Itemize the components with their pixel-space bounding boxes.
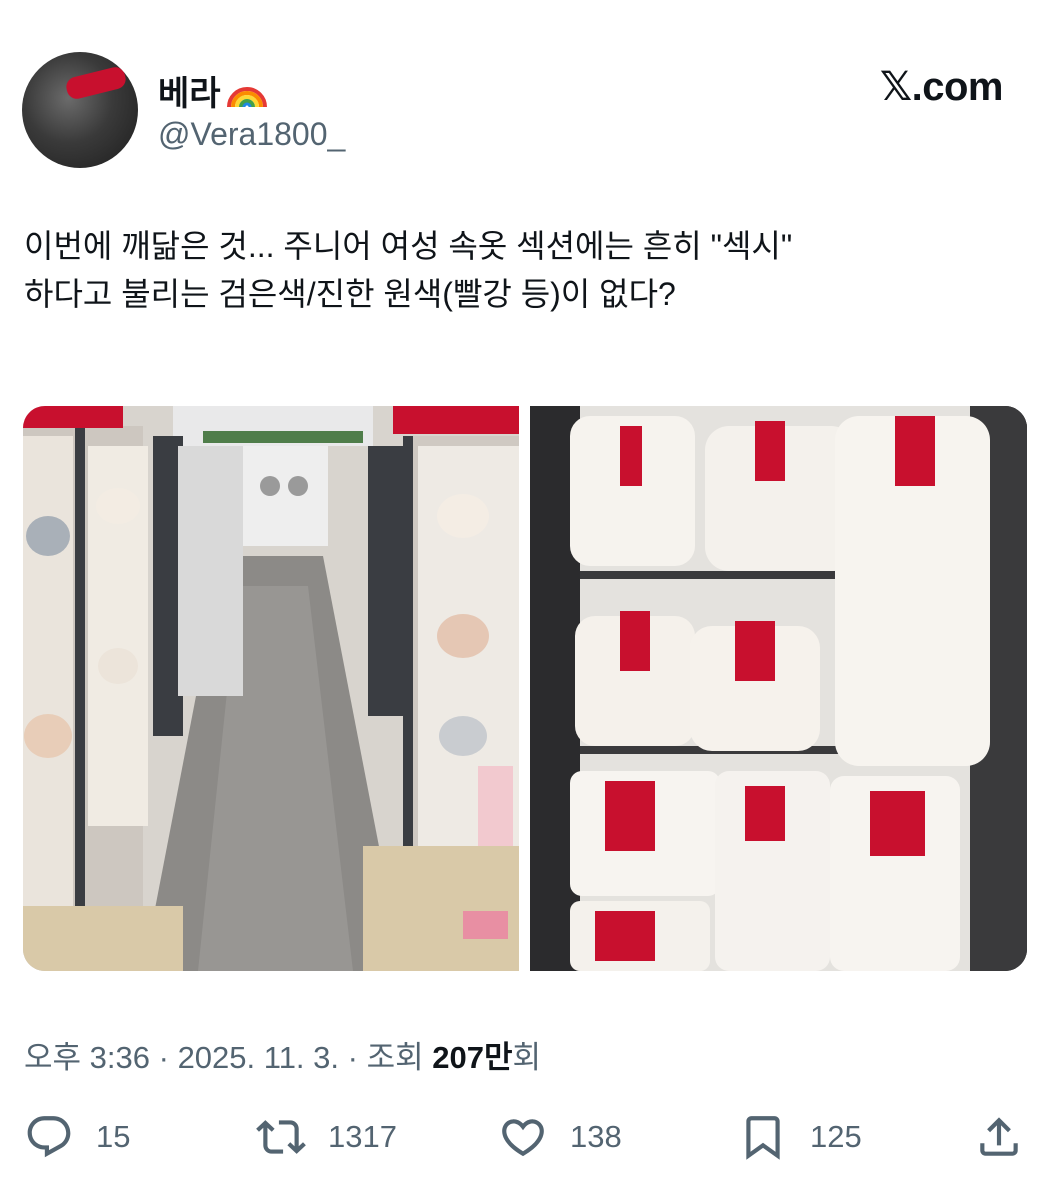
like-count: 138 xyxy=(570,1119,622,1154)
bookmark-button[interactable]: 125 xyxy=(738,1112,862,1162)
bookmark-count: 125 xyxy=(810,1119,862,1154)
photo-store-aisle[interactable] xyxy=(23,406,519,971)
reply-button[interactable]: 15 xyxy=(24,1112,130,1162)
views-suffix: 회 xyxy=(512,1040,542,1075)
retweet-icon xyxy=(256,1120,306,1154)
share-button[interactable] xyxy=(974,1112,1024,1162)
tweet-line-2: 하다고 불리는 검은색/진한 원색(빨강 등)이 없다? xyxy=(24,276,676,312)
tweet-meta: 오후 3:36 · 2025. 11. 3. · 조회 207만회 xyxy=(24,1032,541,1077)
retweet-count: 1317 xyxy=(328,1119,397,1154)
reply-icon xyxy=(27,1116,71,1158)
views-count: 207만 xyxy=(432,1040,513,1075)
avatar-band xyxy=(64,65,128,101)
avatar[interactable] xyxy=(22,52,138,168)
reply-count: 15 xyxy=(96,1119,131,1154)
tweet-text: 이번에 깨닮은 것... 주니어 여성 속옷 섹션에는 흔히 "섹시" 하다고 … xyxy=(24,222,1024,318)
bookmark-icon xyxy=(746,1116,780,1160)
share-icon xyxy=(980,1117,1018,1156)
tweet-line-1: 이번에 깨닮은 것... 주니어 여성 속옷 섹션에는 흔히 "섹시" xyxy=(24,228,793,264)
tweet-date[interactable]: 2025. 11. 3. xyxy=(178,1040,339,1075)
user-handle[interactable]: @Vera1800_ xyxy=(158,116,345,153)
rainbow-icon xyxy=(226,86,267,107)
photo-product-rack[interactable] xyxy=(530,406,1027,971)
like-button[interactable]: 138 xyxy=(498,1112,622,1162)
meta-separator: · xyxy=(339,1040,367,1075)
display-name[interactable]: 베라 xyxy=(158,66,269,115)
meta-separator: · xyxy=(150,1040,178,1075)
views-prefix: 조회 xyxy=(366,1040,424,1075)
brand-logo: 𝕏.com xyxy=(879,65,1004,109)
heart-icon xyxy=(502,1119,544,1157)
display-name-text: 베라 xyxy=(158,75,221,113)
tweet-time[interactable]: 오후 3:36 xyxy=(24,1040,150,1075)
action-bar: 15 1317 138 125 xyxy=(24,1112,1024,1172)
retweet-button[interactable]: 1317 xyxy=(256,1112,397,1162)
